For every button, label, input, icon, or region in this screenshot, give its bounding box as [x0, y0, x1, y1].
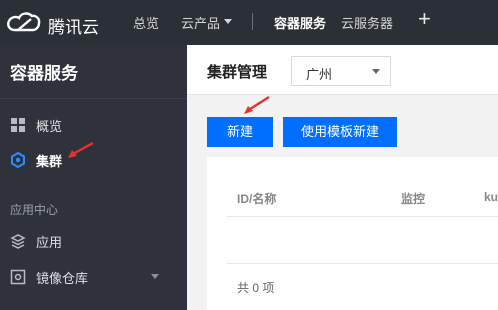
top-navigation-bar: 腾讯云 总览 云产品 容器服务 云服务器 + — [0, 0, 498, 45]
chevron-down-icon[interactable] — [224, 19, 232, 24]
column-header-id-name: ID/名称 — [237, 192, 277, 206]
table-header-divider — [227, 216, 498, 217]
column-header-monitor: 监控 — [401, 192, 426, 206]
sidebar-group-label: 应用中心 — [10, 203, 59, 217]
annotation-arrow-icon — [244, 95, 270, 114]
sidebar: 容器服务 概览 集群 应用中心 应用 镜像仓库 — [0, 45, 187, 310]
sidebar-item-label: 镜像仓库 — [36, 271, 89, 286]
nav-container-service[interactable]: 容器服务 — [274, 13, 326, 32]
chevron-down-icon — [372, 69, 380, 74]
nav-overview[interactable]: 总览 — [133, 13, 159, 32]
nav-divider — [252, 13, 253, 30]
add-shortcut-icon[interactable]: + — [418, 8, 431, 30]
nav-cloud-server[interactable]: 云服务器 — [341, 13, 393, 32]
cloud-logo-icon — [7, 12, 41, 32]
sidebar-divider — [0, 98, 187, 99]
sidebar-item-overview[interactable]: 概览 — [0, 109, 187, 141]
new-from-template-button[interactable]: 使用模板新建 — [283, 117, 397, 147]
box-icon — [10, 269, 26, 285]
sidebar-item-label: 集群 — [36, 154, 63, 169]
tencent-cloud-logo[interactable]: 腾讯云 — [6, 7, 106, 37]
layers-icon — [10, 234, 26, 249]
region-value: 广州 — [306, 67, 333, 82]
sidebar-item-image-registry[interactable]: 镜像仓库 — [0, 261, 187, 293]
hexagon-icon — [11, 152, 25, 168]
grid-icon — [11, 118, 25, 132]
page-header: 集群管理 广州 — [187, 45, 498, 95]
region-select[interactable]: 广州 — [291, 56, 391, 86]
column-header-kubernetes: ku — [484, 190, 498, 204]
nav-products[interactable]: 云产品 — [181, 13, 220, 32]
chevron-down-icon[interactable] — [151, 274, 159, 279]
sidebar-item-label: 概览 — [36, 119, 63, 134]
sidebar-title: 容器服务 — [10, 64, 78, 83]
annotation-arrow-icon — [68, 141, 94, 158]
sidebar-item-apps[interactable]: 应用 — [0, 225, 187, 257]
logo-text: 腾讯云 — [48, 18, 99, 37]
cluster-table: ID/名称 监控 ku 共 0 项 — [207, 157, 498, 310]
page-title: 集群管理 — [207, 64, 268, 81]
table-total-count: 共 0 项 — [237, 281, 275, 295]
new-cluster-button[interactable]: 新建 — [207, 117, 273, 147]
table-row-divider — [227, 263, 498, 264]
sidebar-item-label: 应用 — [36, 235, 63, 250]
